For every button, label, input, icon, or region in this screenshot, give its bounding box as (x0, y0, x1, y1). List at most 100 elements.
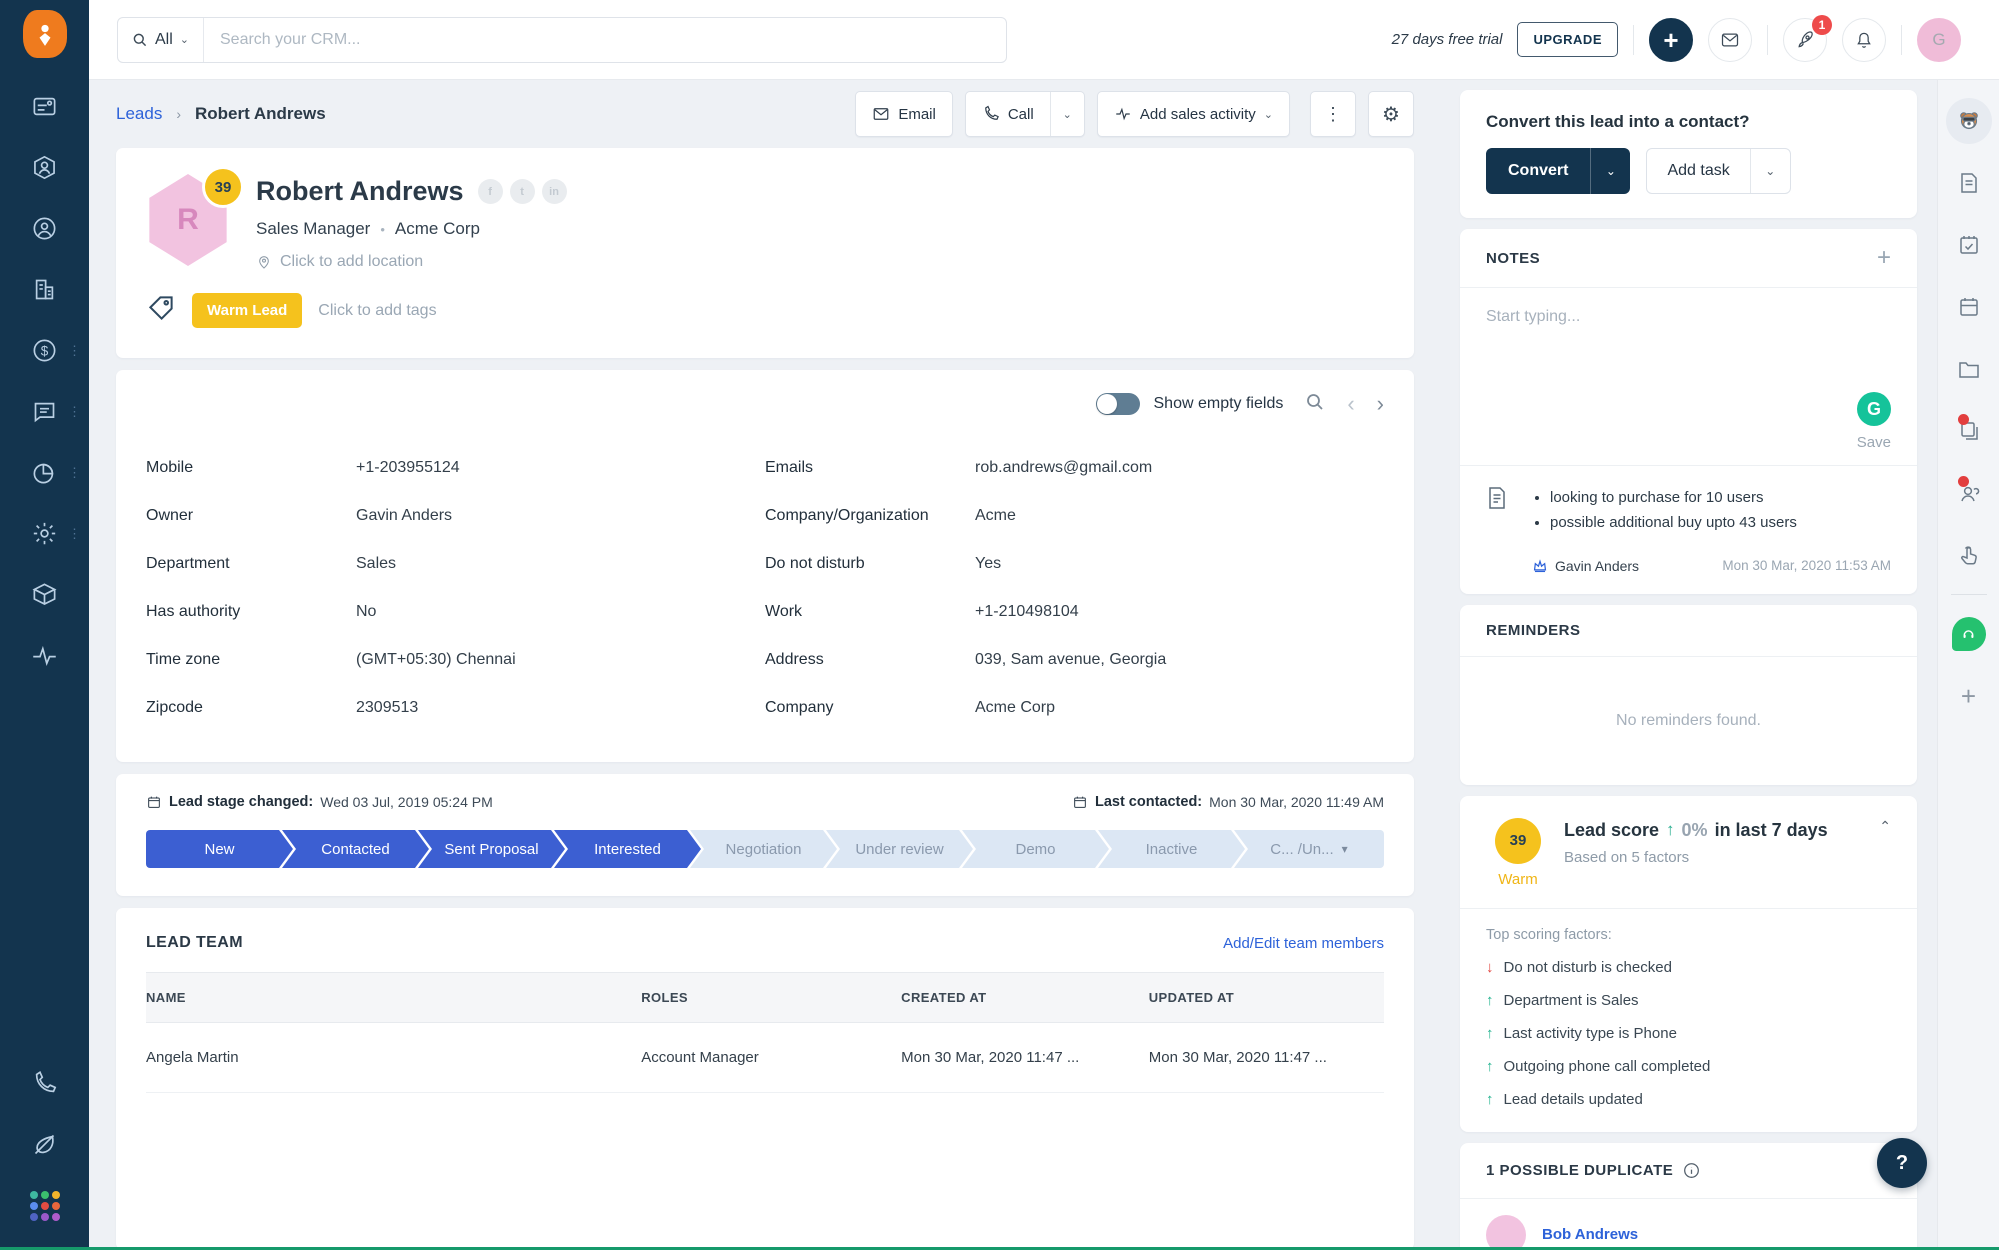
rail-tasks-button[interactable] (1957, 214, 1981, 276)
right-tool-rail: + (1937, 80, 1999, 1250)
sidebar-item-conversations[interactable]: ⋮ (0, 381, 89, 442)
details-right-column: Emails rob.andrews@gmail.com Company/Orga… (765, 444, 1384, 732)
user-avatar[interactable]: G (1917, 17, 1961, 62)
stage-sent-proposal[interactable]: Sent Proposal (418, 830, 565, 868)
kebab-icon: ⋮ (1324, 103, 1342, 124)
email-inbox-button[interactable] (1708, 17, 1752, 62)
stage-contacted[interactable]: Contacted (282, 830, 429, 868)
add-note-button[interactable]: + (1877, 246, 1891, 270)
convert-button-group: Convert ⌄ (1486, 148, 1631, 194)
convert-dropdown-button[interactable]: ⌄ (1590, 148, 1630, 194)
note-author: Gavin Anders (1532, 558, 1639, 574)
field-value-link[interactable]: Acme Corp (975, 699, 1055, 717)
info-icon[interactable] (1683, 1162, 1700, 1179)
search-scope-dropdown[interactable]: All ⌄ (118, 17, 204, 62)
facebook-icon[interactable]: f (477, 179, 503, 204)
call-button[interactable]: Call (966, 92, 1050, 136)
add-task-button[interactable]: Add task (1647, 149, 1749, 193)
sidebar-item-switcher[interactable] (0, 1114, 89, 1175)
note-input[interactable]: Start typing... (1486, 308, 1891, 392)
sidebar-item-leads[interactable] (0, 137, 89, 198)
stage-label: Sent Proposal (444, 840, 539, 858)
save-note-button[interactable]: Save (1857, 434, 1891, 451)
add-task-dropdown-button[interactable]: ⌄ (1749, 149, 1790, 193)
sidebar-item-settings[interactable]: ⋮ (0, 503, 89, 564)
field-value: Gavin Anders (356, 507, 453, 524)
sidebar-item-phone[interactable] (0, 1053, 89, 1114)
table-row[interactable]: Angela Martin Account Manager Mon 30 Mar… (146, 1022, 1384, 1093)
lead-job-title: Sales Manager (256, 219, 371, 238)
rail-participants-button[interactable] (1957, 462, 1981, 524)
linkedin-icon[interactable]: in (541, 179, 567, 204)
sidebar-item-activities[interactable] (0, 625, 89, 686)
breadcrumb-leads-link[interactable]: Leads (116, 104, 162, 124)
deals-overflow-icon[interactable]: ⋮ (68, 344, 81, 357)
quick-add-button[interactable]: + (1649, 17, 1693, 62)
duplicate-name-link[interactable]: Bob Andrews (1542, 1226, 1638, 1243)
field-value-link[interactable]: +1-203955124 (356, 459, 460, 477)
crown-icon (1533, 558, 1547, 572)
warm-lead-tag[interactable]: Warm Lead (192, 293, 303, 328)
freddy-ai-button[interactable] (1945, 90, 1992, 152)
stage-negotiation[interactable]: Negotiation (690, 830, 837, 868)
reports-overflow-icon[interactable]: ⋮ (68, 466, 81, 479)
add-location-button[interactable]: Click to add location (256, 253, 567, 271)
prev-page-button[interactable]: ‹ (1347, 393, 1354, 415)
upgrade-button[interactable]: UPGRADE (1517, 22, 1618, 57)
divider (1633, 24, 1634, 55)
search-fields-button[interactable] (1305, 392, 1325, 416)
twitter-icon[interactable]: t (509, 179, 535, 204)
search-input[interactable] (204, 30, 1006, 49)
field-time-zone: Time zone (GMT+05:30) Chennai (146, 636, 725, 684)
stage-interested[interactable]: Interested (554, 830, 701, 868)
freshdesk-button[interactable] (1951, 603, 1986, 665)
email-button[interactable]: Email (855, 91, 953, 137)
stage-pipeline: New Contacted Sent Proposal Interested N… (146, 830, 1384, 868)
sidebar-item-reports[interactable]: ⋮ (0, 442, 89, 503)
collapse-chevron-up-icon[interactable]: ⌃ (1879, 818, 1891, 888)
conversations-overflow-icon[interactable]: ⋮ (68, 405, 81, 418)
call-dropdown-button[interactable]: ⌄ (1049, 92, 1084, 136)
rail-engagement-button[interactable] (1957, 524, 1981, 586)
add-edit-team-link[interactable]: Add/Edit team members (1223, 935, 1384, 952)
rail-add-widget-button[interactable]: + (1961, 665, 1976, 727)
notes-title: NOTES (1486, 249, 1541, 267)
chevron-down-icon: ⌄ (1605, 164, 1616, 178)
page-settings-button[interactable]: ⚙ (1368, 91, 1414, 137)
more-actions-button[interactable]: ⋮ (1310, 91, 1356, 137)
rail-duplicates-button[interactable] (1957, 400, 1981, 462)
sidebar-item-dashboard[interactable] (0, 76, 89, 137)
convert-button[interactable]: Convert (1486, 148, 1590, 194)
sidebar-item-accounts[interactable] (0, 259, 89, 320)
stage-overflow-dropdown[interactable]: C... /Un... ▾ (1234, 830, 1384, 868)
rail-calendar-button[interactable] (1957, 276, 1981, 338)
lead-score-badge: 39 (202, 166, 244, 208)
scoring-factor: ↑ Outgoing phone call completed (1486, 1058, 1891, 1075)
field-value-link[interactable]: +1-210498104 (975, 603, 1079, 621)
stage-under-review[interactable]: Under review (826, 830, 973, 868)
add-sales-activity-button[interactable]: Add sales activity ⌄ (1096, 91, 1290, 137)
topbar: All ⌄ 27 days free trial UPGRADE + 1 G (89, 0, 1999, 80)
settings-overflow-icon[interactable]: ⋮ (68, 527, 81, 540)
sidebar-item-apps[interactable] (0, 1175, 89, 1236)
rail-notes-button[interactable] (1957, 152, 1981, 214)
stage-new[interactable]: New (146, 830, 293, 868)
notifications-button[interactable] (1842, 17, 1886, 62)
field-value-link[interactable]: rob.andrews@gmail.com (975, 459, 1152, 477)
stage-inactive[interactable]: Inactive (1098, 830, 1245, 868)
show-empty-fields-toggle[interactable] (1095, 393, 1140, 415)
add-tags-button[interactable]: Click to add tags (318, 302, 436, 320)
next-page-button[interactable]: › (1377, 393, 1384, 415)
sidebar-item-products[interactable] (0, 564, 89, 625)
whats-new-button[interactable]: 1 (1783, 14, 1832, 62)
note-author-name: Gavin Anders (1555, 557, 1640, 574)
scoring-factor: ↑ Department is Sales (1486, 992, 1891, 1009)
sidebar-item-deals[interactable]: $ ⋮ (0, 320, 89, 381)
stage-demo[interactable]: Demo (962, 830, 1109, 868)
freshworks-logo[interactable] (22, 10, 67, 58)
help-button[interactable]: ? (1877, 1138, 1927, 1188)
sidebar-item-contacts[interactable] (0, 198, 89, 259)
field-value: No (356, 603, 377, 620)
trend-up-icon: ↑ (1666, 820, 1675, 839)
rail-files-button[interactable] (1957, 338, 1981, 400)
